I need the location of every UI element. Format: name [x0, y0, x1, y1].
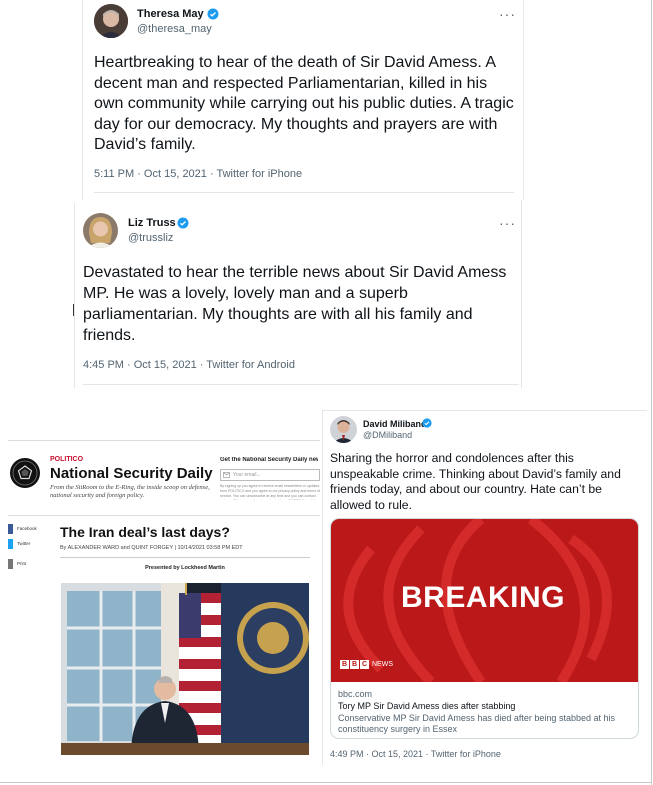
more-options-icon[interactable]: ··· — [499, 7, 516, 21]
bbc-logo-letter: B — [350, 660, 359, 669]
author-handle[interactable]: @trussliz — [128, 232, 173, 244]
window-border-right — [651, 0, 652, 785]
tweet-border-top — [322, 410, 647, 411]
tweet-timestamp[interactable]: 4:45 PM · Oct 15, 2021 · Twitter for And… — [83, 359, 295, 371]
bbc-logo-letter: B — [340, 660, 349, 669]
pentagon-seal-icon — [10, 458, 40, 488]
text-cursor — [73, 304, 74, 316]
article-title[interactable]: The Iran deal’s last days? — [60, 524, 230, 540]
article-photo — [61, 583, 309, 755]
tweet-border-right — [523, 0, 524, 200]
bbc-news-logo: B B C NEWS — [340, 660, 393, 669]
tweet-border-left — [74, 203, 75, 388]
divider — [8, 515, 320, 516]
twitter-icon[interactable] — [8, 539, 13, 549]
author-name[interactable]: Liz Truss — [128, 217, 176, 229]
tweet-text: Heartbreaking to hear of the death of Si… — [94, 54, 514, 153]
avatar-image — [94, 4, 128, 38]
bbc-logo-letter: C — [360, 660, 369, 669]
tweet-timestamp[interactable]: 4:49 PM · Oct 15, 2021 · Twitter for iPh… — [330, 749, 501, 759]
tweet-border-left — [322, 410, 323, 765]
avatar[interactable] — [330, 416, 357, 443]
avatar-image — [83, 213, 118, 248]
author-name[interactable]: David Miliband — [363, 419, 427, 429]
more-options-icon[interactable]: ··· — [499, 216, 516, 230]
signup-heading: Get the National Security Daily newsle — [220, 457, 318, 463]
tweet-text: Sharing the horror and condolences after… — [330, 451, 621, 512]
facebook-icon[interactable] — [8, 524, 13, 534]
divider — [8, 440, 320, 441]
tweet-timestamp[interactable]: 5:11 PM · Oct 15, 2021 · Twitter for iPh… — [94, 168, 302, 180]
newsletter-title: National Security Daily — [50, 465, 213, 482]
tweet-border-left — [82, 0, 83, 200]
article-byline: By ALEXANDER WARD and QUINT FORGEY | 10/… — [60, 545, 243, 551]
avatar-image — [330, 416, 357, 443]
divider — [60, 557, 310, 558]
author-handle[interactable]: @DMiliband — [363, 430, 412, 440]
print-icon[interactable] — [8, 559, 13, 569]
card-description: Conservative MP Sir David Amess has died… — [338, 713, 615, 734]
politico-brand: POLITICO — [50, 456, 84, 463]
card-headline-text: BREAKING — [401, 581, 566, 614]
card-url: bbc.com — [338, 689, 373, 699]
tweet-border-right — [521, 200, 522, 388]
author-name[interactable]: Theresa May — [137, 8, 204, 20]
author-handle[interactable]: @theresa_may — [137, 23, 212, 35]
mail-icon — [223, 472, 230, 478]
window-border-bottom — [0, 782, 652, 783]
sponsor-line: Presented by Lockheed Martin — [145, 565, 225, 571]
verified-badge-icon — [207, 8, 219, 20]
verified-badge-icon — [422, 418, 432, 428]
bbc-news-label: NEWS — [372, 661, 393, 668]
divider — [83, 384, 519, 385]
email-input[interactable]: Your email... — [220, 469, 320, 481]
avatar[interactable] — [83, 213, 118, 248]
card-title: Tory MP Sir David Amess dies after stabb… — [338, 701, 516, 711]
share-facebook[interactable]: Facebook — [17, 526, 37, 531]
verified-badge-icon — [177, 217, 189, 229]
link-card[interactable]: BREAKING B B C NEWS bbc.com Tory MP Sir … — [330, 518, 639, 739]
divider — [94, 192, 514, 193]
share-twitter[interactable]: Twitter — [17, 541, 30, 546]
share-print[interactable]: Print — [17, 561, 26, 566]
newsletter-tagline: From the SitRoom to the E-Ring, the insi… — [50, 484, 210, 499]
signup-fine-print: By signing up you agree to receive email… — [220, 484, 320, 500]
avatar[interactable] — [94, 4, 128, 38]
tweet-text: Devastated to hear the terrible news abo… — [83, 264, 507, 344]
